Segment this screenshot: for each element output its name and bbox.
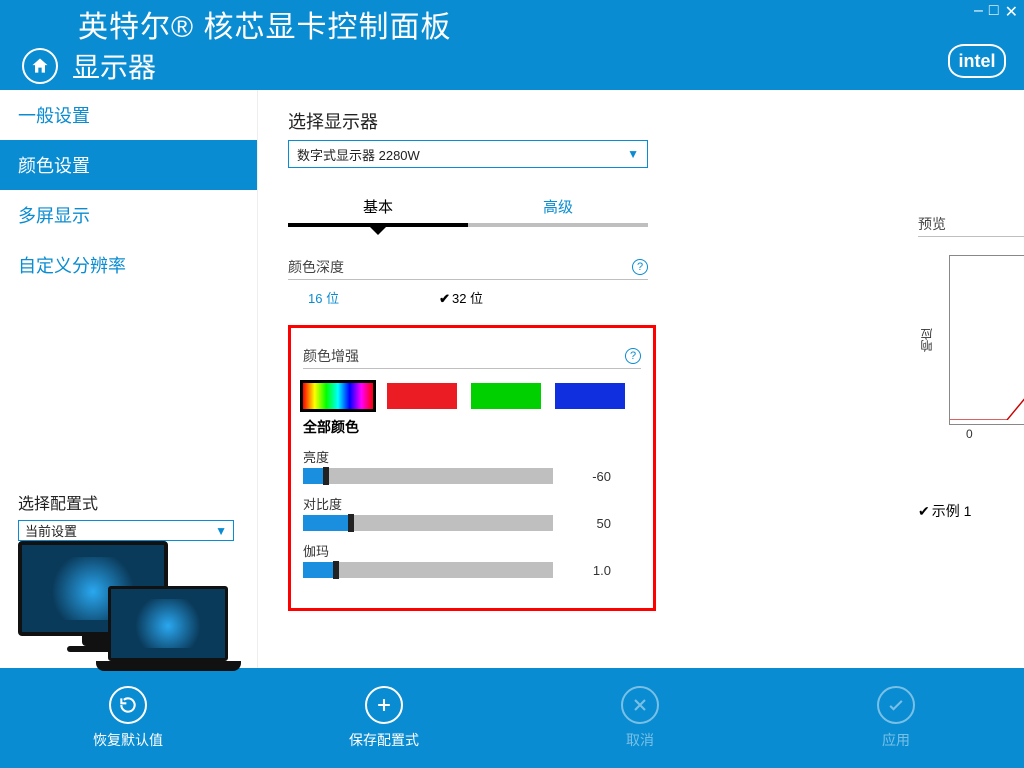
home-icon[interactable] <box>22 48 58 84</box>
color-depth-label: 颜色深度 <box>288 257 344 277</box>
tab-basic[interactable]: 基本 <box>288 196 468 227</box>
profile-select-label: 选择配置式 <box>0 490 257 520</box>
devices-illustration <box>0 541 257 685</box>
chevron-down-icon: ▼ <box>215 524 227 538</box>
chart-y-axis-label: 响应 <box>918 328 935 352</box>
main-panel: 选择显示器 数字式显示器 2280W ▼ 基本 高级 颜色深度 ? 16 位 3… <box>258 90 1024 668</box>
brightness-slider[interactable] <box>303 468 553 484</box>
cancel-label: 取消 <box>626 730 654 750</box>
sidebar-item-multi[interactable]: 多屏显示 <box>0 190 257 240</box>
profile-select-value: 当前设置 <box>25 521 77 540</box>
header-bar: 英特尔® 核芯显卡控制面板 – □ ✕ 显示器 intel <box>0 0 1024 90</box>
sidebar-item-general[interactable]: 一般设置 <box>0 90 257 140</box>
sidebar: 一般设置 颜色设置 多屏显示 自定义分辨率 选择配置式 当前设置 ▼ <box>0 90 258 668</box>
depth-option-32[interactable]: 32 位 <box>439 288 483 307</box>
color-enhance-label: 颜色增强 <box>303 346 359 366</box>
display-select-value: 数字式显示器 2280W <box>297 145 420 164</box>
display-select[interactable]: 数字式显示器 2280W ▼ <box>288 140 648 168</box>
color-enhance-box: 颜色增强 ? 全部颜色 亮度 -60 <box>288 325 656 611</box>
swatch-all-colors[interactable] <box>303 383 373 409</box>
brightness-value: -60 <box>571 469 611 484</box>
save-profile-label: 保存配置式 <box>349 730 419 750</box>
window-controls: – □ ✕ <box>974 2 1018 22</box>
contrast-slider[interactable] <box>303 515 553 531</box>
minimize-icon[interactable]: – <box>974 2 983 22</box>
example-1[interactable]: 示例 1 <box>918 501 971 521</box>
select-display-label: 选择显示器 <box>288 108 994 134</box>
restore-defaults-button[interactable]: 恢复默认值 <box>0 668 256 768</box>
chevron-down-icon: ▼ <box>627 147 639 161</box>
gamma-slider[interactable] <box>303 562 553 578</box>
save-profile-button[interactable]: 保存配置式 <box>256 668 512 768</box>
section-title: 显示器 <box>72 46 156 86</box>
swatch-red[interactable] <box>387 383 457 409</box>
depth-option-16[interactable]: 16 位 <box>308 288 339 307</box>
maximize-icon[interactable]: □ <box>989 2 999 22</box>
undo-icon <box>109 686 147 724</box>
tabs: 基本 高级 <box>288 196 648 227</box>
restore-defaults-label: 恢复默认值 <box>93 730 163 750</box>
swatch-all-label: 全部颜色 <box>303 417 641 437</box>
apply-button[interactable]: 应用 <box>768 668 1024 768</box>
laptop-icon <box>108 586 243 671</box>
preview-label: 预览 <box>918 214 946 234</box>
footer-bar: 恢复默认值 保存配置式 取消 应用 <box>0 668 1024 768</box>
intel-logo: intel <box>948 44 1006 78</box>
contrast-label: 对比度 <box>303 494 641 513</box>
help-icon[interactable]: ? <box>625 348 641 364</box>
check-icon <box>877 686 915 724</box>
sidebar-item-color[interactable]: 颜色设置 <box>0 140 257 190</box>
sidebar-item-custom-res[interactable]: 自定义分辨率 <box>0 240 257 290</box>
help-icon[interactable]: ? <box>632 259 648 275</box>
profile-select[interactable]: 当前设置 ▼ <box>18 520 234 541</box>
color-depth-row: 颜色深度 ? <box>288 257 648 280</box>
contrast-value: 50 <box>571 516 611 531</box>
brightness-label: 亮度 <box>303 447 641 466</box>
plus-icon <box>365 686 403 724</box>
gamma-label: 伽玛 <box>303 541 641 560</box>
close-icon[interactable]: ✕ <box>1005 2 1018 22</box>
preview-panel: 预览 ? 响应 255 0 RGB 255 <box>918 214 1024 521</box>
apply-label: 应用 <box>882 730 910 750</box>
preview-chart <box>949 255 1024 425</box>
x-icon <box>621 686 659 724</box>
tab-advanced[interactable]: 高级 <box>468 196 648 227</box>
swatch-green[interactable] <box>471 383 541 409</box>
app-title: 英特尔® 核芯显卡控制面板 <box>78 2 451 46</box>
cancel-button[interactable]: 取消 <box>512 668 768 768</box>
gamma-value: 1.0 <box>571 563 611 578</box>
swatch-blue[interactable] <box>555 383 625 409</box>
chart-x-left: 0 <box>966 427 973 441</box>
